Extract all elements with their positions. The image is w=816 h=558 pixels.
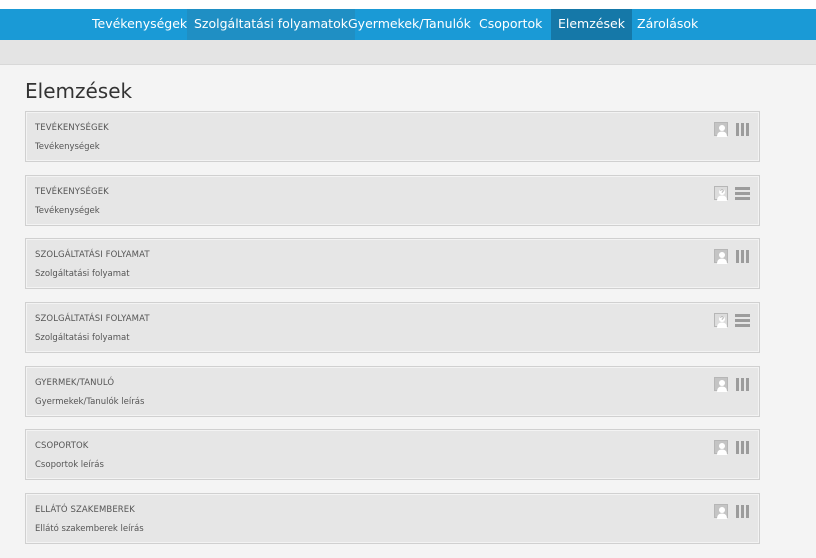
card-subtitle: Szolgáltatási folyamat bbox=[35, 333, 130, 343]
analysis-card[interactable]: TEVÉKENYSÉGEK Tevékenységek bbox=[25, 175, 760, 226]
user-icon[interactable] bbox=[714, 504, 728, 519]
card-subtitle: Tevékenységek bbox=[35, 206, 100, 216]
user-icon[interactable] bbox=[714, 122, 728, 137]
card-title: SZOLGÁLTATÁSI FOLYAMAT bbox=[35, 250, 150, 260]
columns-icon[interactable] bbox=[736, 250, 750, 263]
nav-item-elemzesek[interactable]: Elemzések bbox=[551, 9, 632, 40]
card-title: TEVÉKENYSÉGEK bbox=[35, 123, 109, 133]
list-icon[interactable] bbox=[735, 187, 750, 200]
nav-item-tevekenysegek[interactable]: Tevékenységek bbox=[85, 9, 194, 40]
analysis-card[interactable]: ELLÁTÓ SZAKEMBEREK Ellátó szakemberek le… bbox=[25, 493, 760, 544]
card-title: CSOPORTOK bbox=[35, 441, 89, 451]
top-strip bbox=[0, 0, 816, 9]
user-icon[interactable] bbox=[714, 249, 728, 264]
user-icon[interactable] bbox=[714, 377, 728, 392]
user-help-icon[interactable] bbox=[714, 313, 728, 328]
columns-icon[interactable] bbox=[736, 505, 750, 518]
columns-icon[interactable] bbox=[736, 123, 750, 136]
card-title: GYERMEK/TANULÓ bbox=[35, 378, 115, 388]
card-subtitle: Gyermekek/Tanulók leírás bbox=[35, 397, 145, 407]
columns-icon[interactable] bbox=[736, 378, 750, 391]
user-help-icon[interactable] bbox=[714, 186, 728, 201]
card-title: ELLÁTÓ SZAKEMBEREK bbox=[35, 505, 135, 515]
list-icon[interactable] bbox=[735, 314, 750, 327]
nav-item-gyermekek-tanulok[interactable]: Gyermekek/Tanulók bbox=[341, 9, 478, 40]
card-subtitle: Szolgáltatási folyamat bbox=[35, 269, 130, 279]
card-subtitle: Csoportok leírás bbox=[35, 460, 104, 470]
main-navbar: Tevékenységek Szolgáltatási folyamatok G… bbox=[0, 9, 816, 40]
nav-item-szolgaltatasi-folyamatok[interactable]: Szolgáltatási folyamatok bbox=[187, 9, 355, 40]
user-icon[interactable] bbox=[714, 440, 728, 455]
columns-icon[interactable] bbox=[736, 441, 750, 454]
analysis-card[interactable]: TEVÉKENYSÉGEK Tevékenységek bbox=[25, 111, 760, 162]
analysis-card[interactable]: GYERMEK/TANULÓ Gyermekek/Tanulók leírás bbox=[25, 366, 760, 417]
card-subtitle: Tevékenységek bbox=[35, 142, 100, 152]
nav-item-csoportok[interactable]: Csoportok bbox=[472, 9, 549, 40]
analysis-card[interactable]: CSOPORTOK Csoportok leírás bbox=[25, 429, 760, 480]
analysis-card[interactable]: SZOLGÁLTATÁSI FOLYAMAT Szolgáltatási fol… bbox=[25, 238, 760, 289]
analysis-card[interactable]: SZOLGÁLTATÁSI FOLYAMAT Szolgáltatási fol… bbox=[25, 302, 760, 353]
card-title: TEVÉKENYSÉGEK bbox=[35, 187, 109, 197]
card-subtitle: Ellátó szakemberek leírás bbox=[35, 524, 144, 534]
page-title: Elemzések bbox=[25, 79, 133, 103]
sub-toolbar bbox=[0, 40, 816, 65]
nav-item-zarolasok[interactable]: Zárolások bbox=[630, 9, 705, 40]
card-title: SZOLGÁLTATÁSI FOLYAMAT bbox=[35, 314, 150, 324]
